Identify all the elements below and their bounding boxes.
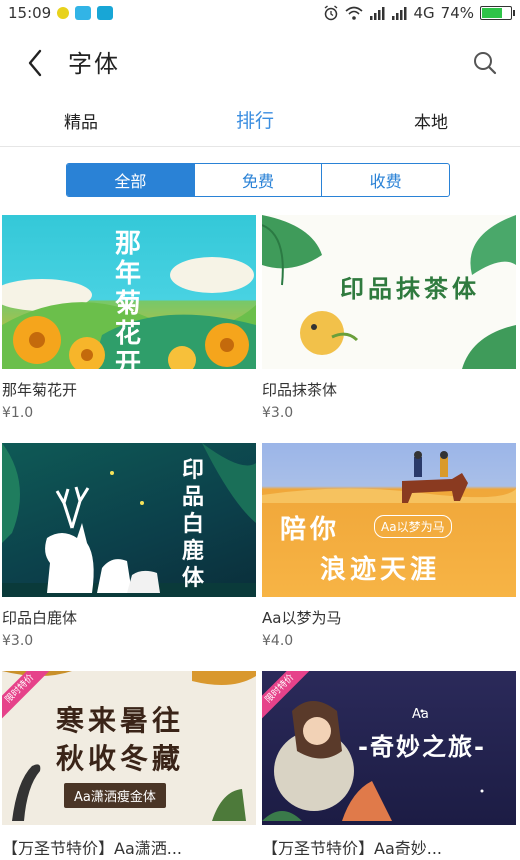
tab-featured[interactable]: 精品 [64, 108, 98, 133]
deer-illustration [2, 443, 256, 597]
font-name: 【万圣节特价】Aa奇妙... [262, 839, 443, 855]
battery-percent: 74% [440, 4, 474, 22]
cover-title: 印品白鹿体 [182, 458, 209, 591]
cover-title: 印品抹茶体 [340, 275, 480, 303]
status-time: 15:09 [8, 4, 52, 22]
cover-line-2: 秋收冬藏 [56, 742, 185, 775]
font-cover[interactable]: 印品抹茶体 [262, 215, 516, 369]
back-arrow-icon [28, 49, 42, 77]
back-button[interactable] [20, 46, 50, 80]
cover-tag: Aa以梦为马 [374, 515, 452, 538]
app-notification-icon [75, 6, 92, 20]
battery-fill [482, 8, 502, 18]
wifi-icon [345, 6, 364, 20]
network-type: 4G [413, 4, 435, 22]
font-cover[interactable]: 限时特价 寒来暑往 秋收冬藏 Aa潇洒瘦金体 [2, 671, 256, 825]
font-cover[interactable]: 陪你 Aa以梦为马 浪迹天涯 [262, 443, 516, 597]
tabs-divider [0, 146, 520, 147]
font-cover[interactable]: 印品白鹿体 [2, 443, 256, 597]
font-card[interactable]: 印品白鹿体 印品白鹿体 ¥3.0 [2, 443, 256, 649]
status-right: 4G 74% [323, 4, 515, 22]
signal-icon [370, 7, 385, 20]
font-name: 印品白鹿体 [2, 609, 78, 627]
cover-line-1: 寒来暑往 [56, 704, 185, 737]
filter-free[interactable]: 免费 [195, 164, 323, 196]
tab-local[interactable]: 本地 [414, 108, 448, 133]
app-header: 字体 [0, 26, 520, 100]
filter-paid[interactable]: 收费 [322, 164, 449, 196]
font-price: ¥4.0 [262, 633, 294, 649]
battery-icon [480, 6, 515, 20]
search-icon [474, 52, 497, 75]
font-name: Aa以梦为马 [262, 609, 342, 627]
font-name: 印品抹茶体 [262, 381, 338, 399]
font-card[interactable]: 那年菊花开 那年菊花开 ¥1.0 [2, 215, 256, 421]
cover-title: -奇妙之旅- [358, 733, 486, 761]
cover-line-1: 陪你 [280, 515, 341, 545]
search-button[interactable] [470, 48, 500, 78]
font-card[interactable]: 印品抹茶体 印品抹茶体 ¥3.0 [262, 215, 516, 421]
alarm-icon [325, 5, 338, 21]
font-card[interactable]: 限时特价 Aa -奇妙之旅- 【万圣节特价】Aa奇妙... [262, 671, 516, 855]
font-name: 【万圣节特价】Aa潇洒... [2, 839, 183, 855]
font-price: ¥1.0 [2, 405, 34, 421]
tab-ranking[interactable]: 排行 [236, 106, 274, 133]
notification-icon [57, 7, 70, 19]
font-card[interactable]: 限时特价 寒来暑往 秋收冬藏 Aa潇洒瘦金体 【万圣节特价】Aa潇洒... [2, 671, 256, 855]
cover-line-2: 浪迹天涯 [320, 555, 441, 585]
font-cover[interactable]: 那年菊花开 [2, 215, 256, 369]
signal-icon-2 [392, 7, 407, 20]
cover-small-label: Aa [412, 707, 429, 722]
status-left: 15:09 [8, 4, 114, 22]
top-tabs: 精品 排行 本地 [0, 100, 520, 146]
font-card[interactable]: 陪你 Aa以梦为马 浪迹天涯 Aa以梦为马 ¥4.0 [262, 443, 516, 649]
font-cover[interactable]: 限时特价 Aa -奇妙之旅- [262, 671, 516, 825]
price-filter: 全部 免费 收费 [66, 163, 450, 197]
filter-all[interactable]: 全部 [67, 164, 195, 196]
font-price: ¥3.0 [2, 633, 34, 649]
app-notification-icon-2 [97, 6, 114, 20]
cover-tag: Aa潇洒瘦金体 [64, 783, 166, 808]
font-name: 那年菊花开 [2, 381, 78, 399]
page-title: 字体 [68, 50, 120, 78]
status-bar: 15:09 4G 74% [0, 0, 520, 26]
font-price: ¥3.0 [262, 405, 294, 421]
cover-title: 那年菊花开 [114, 229, 145, 369]
